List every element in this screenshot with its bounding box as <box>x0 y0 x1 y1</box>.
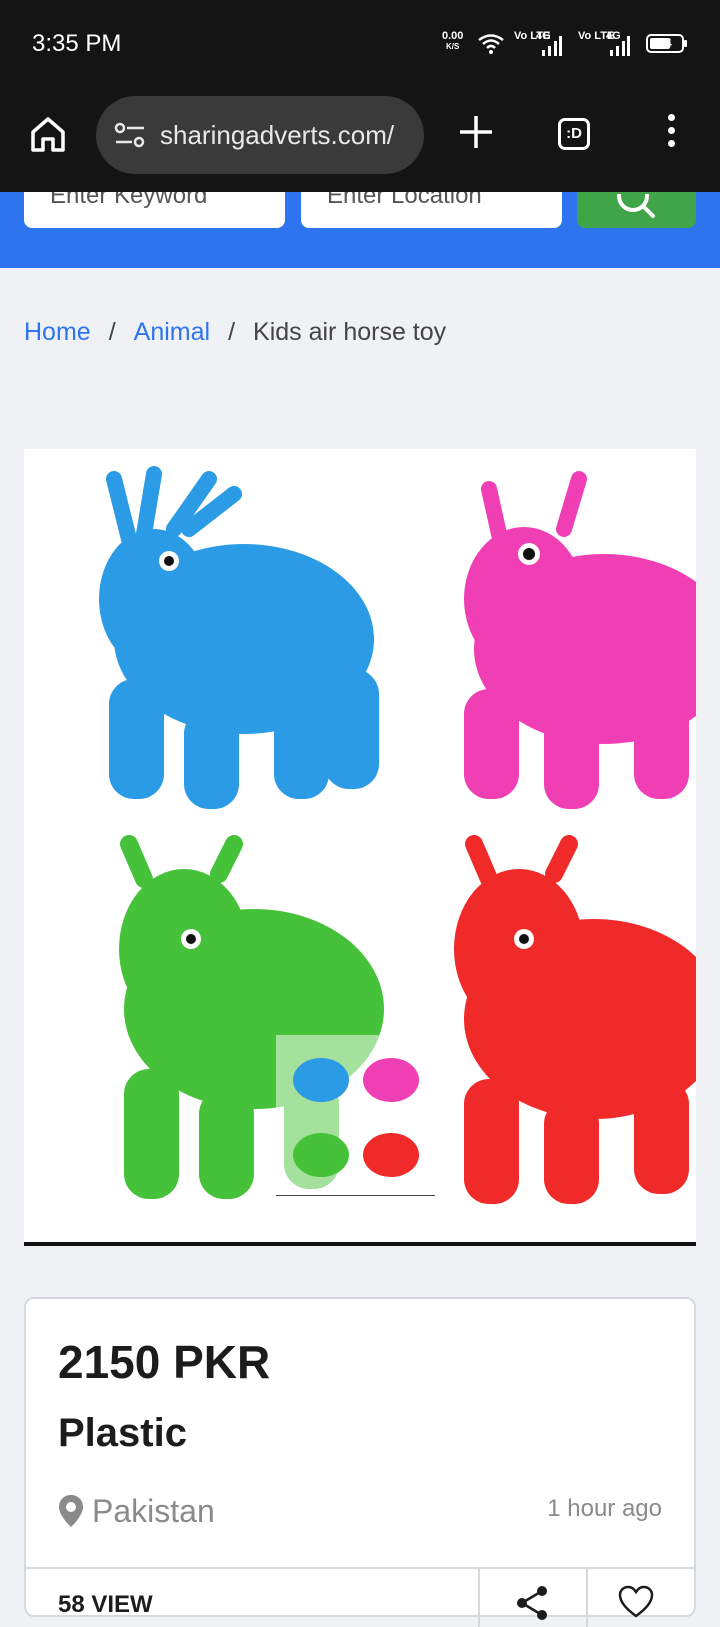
blue-toy <box>99 466 379 809</box>
tab-switcher-button[interactable]: :D <box>558 118 590 150</box>
listing-image[interactable] <box>24 449 696 1246</box>
network-speed: 0.00 K/S <box>442 30 463 51</box>
listing-location: Pakistan <box>58 1493 215 1530</box>
battery-icon: 54 <box>646 34 687 53</box>
battery-level: 54 <box>658 36 672 50</box>
signal-icon <box>610 36 630 56</box>
share-icon[interactable] <box>514 1585 550 1621</box>
image-underline <box>24 1242 696 1246</box>
posted-time: 1 hour ago <box>547 1495 662 1522</box>
more-options-icon[interactable] <box>664 114 678 154</box>
card-divider <box>26 1567 694 1569</box>
location-pin-icon <box>59 1495 83 1527</box>
breadcrumb-home[interactable]: Home <box>24 318 91 346</box>
keyword-input[interactable]: Enter Keyword <box>24 192 285 228</box>
url-text[interactable]: sharingadverts.com/ <box>160 120 410 151</box>
listing-price: 2150 PKR <box>58 1336 271 1388</box>
new-tab-icon[interactable] <box>456 112 496 152</box>
favorite-heart-icon[interactable] <box>618 1585 654 1619</box>
listing-card: 2150 PKR Plastic Pakistan 1 hour ago 58 … <box>24 1297 696 1627</box>
location-text: Pakistan <box>92 1493 215 1529</box>
status-bar: 3:35 PM 0.00 K/S Vo LTE 4G Vo LTE 4G 54 <box>0 0 720 92</box>
site-settings-icon[interactable] <box>114 122 146 148</box>
view-count: 58 VIEW <box>58 1591 153 1618</box>
listing-title: Plastic <box>58 1411 187 1455</box>
red-toy <box>454 835 696 1204</box>
card-divider <box>478 1567 480 1627</box>
breadcrumb-current: Kids air horse toy <box>253 318 447 346</box>
search-icon <box>617 194 655 218</box>
card-divider <box>586 1567 588 1627</box>
address-bar[interactable]: sharingadverts.com/ <box>96 96 424 174</box>
search-band: Enter Keyword Enter Location <box>0 192 720 268</box>
network-speed-value: 0.00 <box>442 30 464 42</box>
location-input[interactable]: Enter Location <box>301 192 562 228</box>
image-thumbnail[interactable] <box>276 1035 435 1196</box>
thumbnail-image <box>293 1058 419 1177</box>
breadcrumb-category[interactable]: Animal <box>134 318 210 346</box>
breadcrumb: Home / Animal / Kids air horse toy <box>24 318 447 346</box>
pink-toy <box>464 471 696 809</box>
network-speed-unit: K/S <box>446 42 460 51</box>
browser-toolbar: sharingadverts.com/ :D <box>0 92 720 192</box>
wifi-icon <box>478 34 504 54</box>
signal-icon <box>542 36 562 56</box>
status-time: 3:35 PM <box>32 30 122 57</box>
search-button[interactable] <box>577 192 696 228</box>
home-icon[interactable] <box>28 114 68 154</box>
